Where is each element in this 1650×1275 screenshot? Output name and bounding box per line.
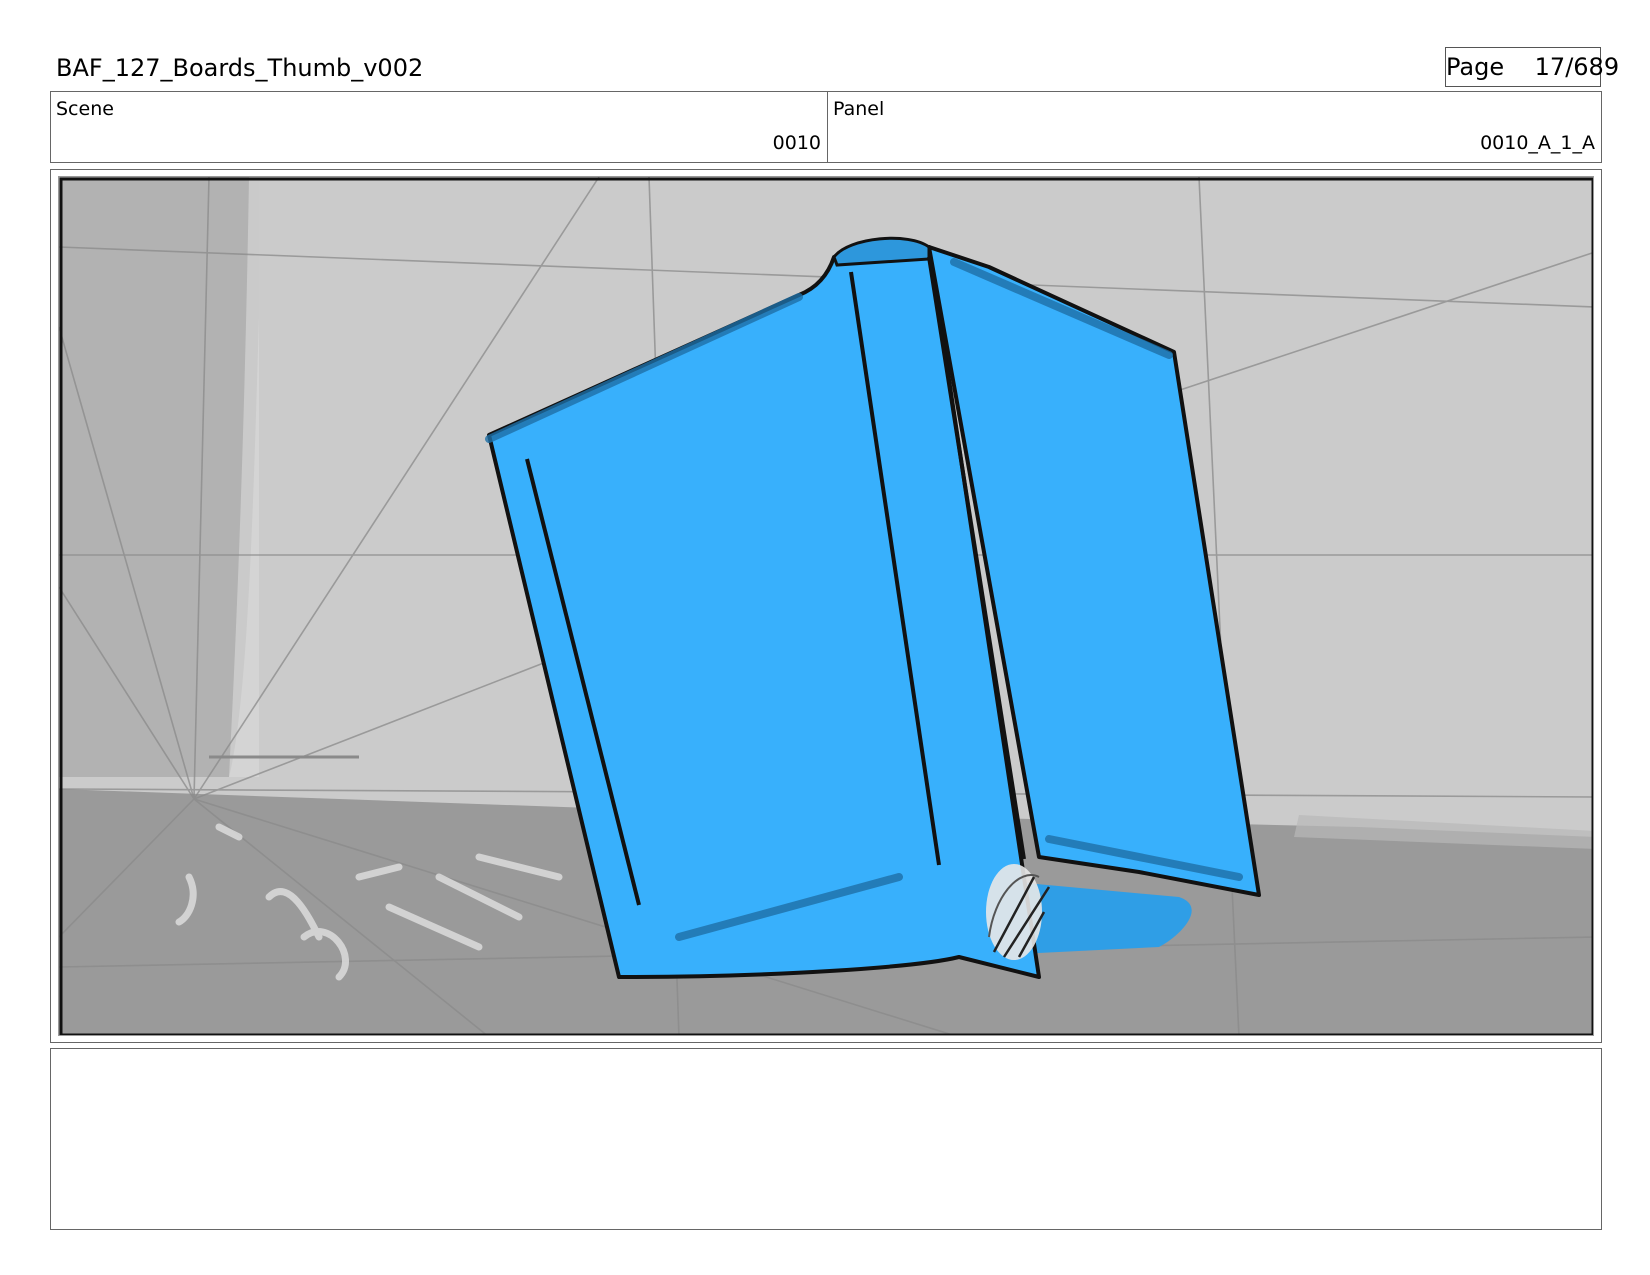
scene-cell: Scene 0010 — [51, 92, 828, 162]
panel-label: Panel — [833, 98, 885, 120]
storyboard-drawing — [59, 177, 1593, 1035]
scene-value: 0010 — [772, 132, 821, 154]
pillar — [59, 177, 259, 777]
document-title: BAF_127_Boards_Thumb_v002 — [56, 54, 424, 82]
panel-value: 0010_A_1_A — [1480, 132, 1595, 154]
page-indicator: Page 17/689 — [1445, 47, 1619, 87]
page-label: Page — [1446, 53, 1505, 81]
notes-box — [50, 1048, 1602, 1230]
storyboard-frame — [58, 176, 1594, 1036]
scene-label: Scene — [56, 98, 114, 120]
page-number: 17/689 — [1534, 53, 1620, 81]
scene-panel-info: Scene 0010 Panel 0010_A_1_A — [50, 91, 1602, 163]
panel-cell: Panel 0010_A_1_A — [828, 92, 1601, 162]
